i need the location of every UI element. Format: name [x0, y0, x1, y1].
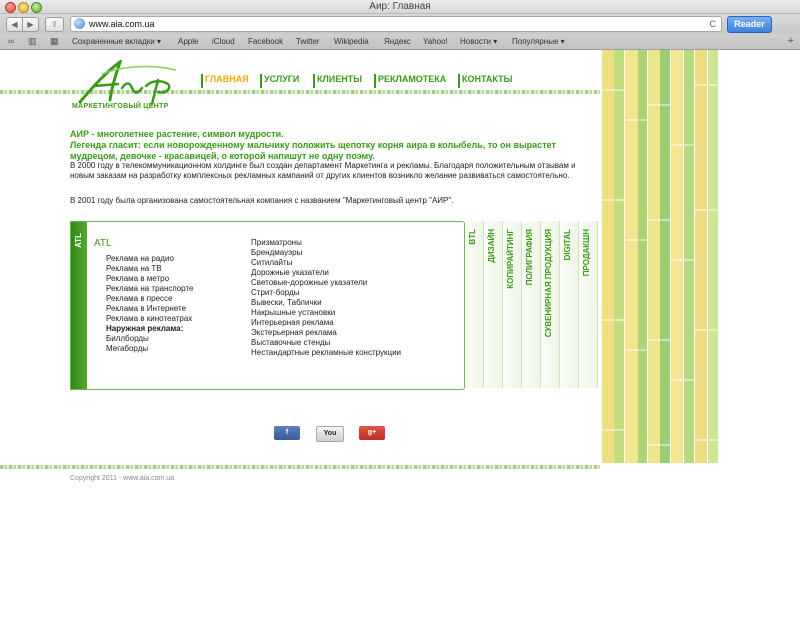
list-item: Выставочные стенды — [251, 338, 331, 347]
forward-button[interactable]: ▶ — [22, 17, 39, 32]
glasses-icon[interactable]: ∞ — [8, 37, 14, 46]
atl-list-2: Призматроны Брендмауэры Ситилайты Дорожн… — [251, 238, 401, 358]
logo-text: МАРКЕТИНГОВЫЙ ЦЕНТР — [72, 103, 169, 110]
youtube-icon-label: You — [323, 430, 337, 437]
google-plus-icon-label: g+ — [367, 429, 377, 436]
list-item: Стрит-борды — [251, 288, 300, 297]
nav-services[interactable]: УСЛУГИ — [264, 74, 299, 84]
tab-printing[interactable]: ПОЛИГРАФИЯ — [522, 221, 541, 388]
intro-paragraph-1: В 2000 году в телекоммуникационном холди… — [70, 161, 576, 180]
list-item: Реклама на радио — [106, 254, 174, 263]
intro-paragraph-2: В 2001 году была организована самостояте… — [70, 196, 454, 205]
list-item: Экстерьерная реклама — [251, 328, 337, 337]
copyright: Copyright 2011 - www.aia.com.ua — [70, 475, 175, 482]
tab-souvenirs[interactable]: СУВЕНИРНАЯ ПРОДУКЦИЯ — [541, 221, 560, 388]
bookmark-apple[interactable]: Apple — [178, 34, 198, 49]
reader-button[interactable]: Reader — [727, 16, 772, 33]
tab-souvenirs-label: СУВЕНИРНАЯ ПРОДУКЦИЯ — [544, 229, 553, 338]
tab-production[interactable]: ПРОДАКШН — [579, 221, 598, 388]
intro-line-2: Легенда гласит: если новорожденному маль… — [70, 140, 556, 161]
browser-toolbar: ◀ ▶ ⇪ www.aia.com.ua C Reader — [0, 14, 800, 34]
tab-production-label: ПРОДАКШН — [582, 229, 591, 277]
bookmarks-bar: ∞ ▥ ▦ Сохраненные вкладки ▾ Apple iCloud… — [0, 34, 800, 50]
facebook-icon-label: f — [285, 429, 289, 436]
grid-icon[interactable]: ▦ — [50, 37, 59, 46]
share-button[interactable]: ⇪ — [45, 17, 64, 32]
nav-separator — [313, 74, 315, 88]
atl-list-1: Реклама на радио Реклама на ТВ Реклама в… — [106, 254, 193, 354]
bookmark-saved-tabs[interactable]: Сохраненные вкладки ▾ — [72, 34, 161, 49]
footer-divider — [0, 465, 600, 469]
youtube-icon[interactable]: You — [316, 426, 344, 442]
list-item: Вывески, Таблички — [251, 298, 322, 307]
bookmark-yahoo[interactable]: Yahoo! — [423, 34, 448, 49]
list-item: Реклама в кинотеатрах — [106, 314, 193, 323]
web-page: МАРКЕТИНГОВЫЙ ЦЕНТР ГЛАВНАЯ УСЛУГИ КЛИЕН… — [0, 50, 800, 637]
list-item: Реклама на транспорте — [106, 284, 194, 293]
list-item: Биллборды — [106, 334, 149, 343]
list-item: Брендмауэры — [251, 248, 303, 257]
nav-clients[interactable]: КЛИЕНТЫ — [317, 74, 362, 84]
nav-contacts[interactable]: КОНТАКТЫ — [462, 74, 512, 84]
tab-copywriting-label: КОПИРАЙТИНГ — [506, 229, 515, 289]
atl-panel: ATL ATL Реклама на радио Реклама на ТВ Р… — [70, 221, 465, 390]
google-plus-icon[interactable]: g+ — [359, 426, 385, 440]
reload-icon[interactable]: C — [710, 17, 717, 31]
facebook-icon[interactable]: f — [274, 426, 300, 440]
tab-design-label: ДИЗАЙН — [487, 229, 496, 263]
tab-digital-label: DIGITAL — [563, 229, 572, 261]
nav-separator — [374, 74, 376, 88]
atl-title: ATL — [94, 238, 112, 249]
tab-atl-label: ATL — [74, 233, 83, 248]
bookmark-news[interactable]: Новости ▾ — [460, 34, 497, 49]
bookmark-yandex[interactable]: Яндекс — [384, 34, 411, 49]
bookmark-twitter[interactable]: Twitter — [296, 34, 320, 49]
logo[interactable]: МАРКЕТИНГОВЫЙ ЦЕНТР — [72, 58, 190, 120]
list-item: Интерьерная реклама — [251, 318, 334, 327]
list-item: Нестандартные рекламные конструкции — [251, 348, 402, 357]
nav-home[interactable]: ГЛАВНАЯ — [205, 74, 249, 84]
intro-line-1: АИР - многолетнее растение, символ мудро… — [70, 129, 284, 139]
bookmark-wikipedia[interactable]: Wikipedia — [334, 34, 369, 49]
nav-separator — [458, 74, 460, 88]
tab-atl[interactable]: ATL — [71, 222, 87, 389]
book-icon[interactable]: ▥ — [28, 37, 37, 46]
window-titlebar: Аир: Главная — [0, 0, 800, 14]
bookmark-facebook[interactable]: Facebook — [248, 34, 283, 49]
globe-icon — [74, 18, 85, 29]
tab-design[interactable]: ДИЗАЙН — [484, 221, 503, 388]
bookmark-icloud[interactable]: iCloud — [212, 34, 235, 49]
list-heading: Наружная реклама: — [106, 324, 184, 333]
list-item: Дорожные указатели — [251, 268, 329, 277]
tab-btl[interactable]: BTL — [465, 221, 484, 388]
list-item: Ситилайты — [251, 258, 293, 267]
list-item: Реклама в Интернете — [106, 304, 187, 313]
list-item: Накрышные установки — [251, 308, 336, 317]
add-bookmark-icon[interactable]: + — [788, 34, 794, 49]
list-item: Реклама в прессе — [106, 294, 173, 303]
address-bar[interactable]: www.aia.com.ua C — [70, 16, 722, 32]
window-title: Аир: Главная — [369, 1, 431, 12]
nav-separator — [201, 74, 203, 88]
list-item: Реклама на ТВ — [106, 264, 162, 273]
nav-separator — [260, 74, 262, 88]
bookmark-popular[interactable]: Популярные ▾ — [512, 34, 565, 49]
intro-heading: АИР - многолетнее растение, символ мудро… — [70, 129, 590, 162]
list-item: Призматроны — [251, 238, 302, 247]
logo-mark-icon — [78, 58, 177, 106]
list-item: Реклама в метро — [106, 274, 170, 283]
list-item: Световые-дорожные указатели — [251, 278, 368, 287]
tab-digital[interactable]: DIGITAL — [560, 221, 579, 388]
nav-adlibrary[interactable]: РЕКЛАМОТЕКА — [378, 74, 446, 84]
tab-printing-label: ПОЛИГРАФИЯ — [525, 229, 534, 286]
tab-copywriting[interactable]: КОПИРАЙТИНГ — [503, 221, 522, 388]
back-button[interactable]: ◀ — [6, 17, 23, 32]
tab-btl-label: BTL — [468, 229, 477, 245]
address-text: www.aia.com.ua — [89, 19, 155, 29]
list-item: Мегаборды — [106, 344, 149, 353]
bamboo-decoration — [602, 50, 718, 463]
